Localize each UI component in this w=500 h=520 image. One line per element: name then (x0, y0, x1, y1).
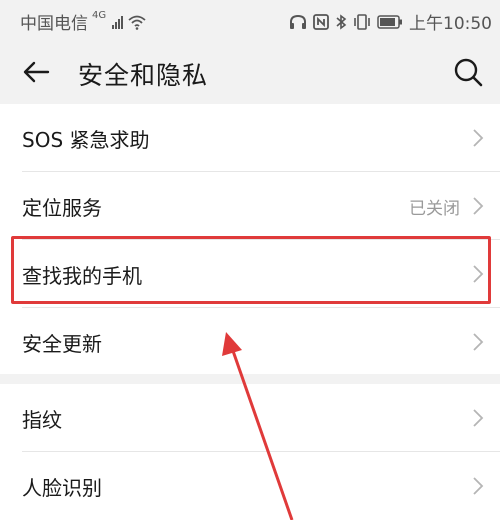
chevron-right-icon (473, 409, 484, 427)
chevron-right-icon (473, 333, 484, 351)
settings-item-location[interactable]: 定位服务 已关闭 (0, 172, 500, 240)
settings-item-label: 定位服务 (22, 196, 102, 220)
status-right: 上午10:50 (289, 9, 492, 34)
battery-icon (377, 14, 402, 29)
network-type-label: 4G (92, 10, 107, 21)
back-arrow-icon (23, 61, 50, 83)
clock-label: 上午10:50 (409, 14, 492, 34)
signal-icon (112, 15, 124, 29)
search-button[interactable] (450, 54, 486, 90)
page-title: 安全和隐私 (78, 61, 209, 90)
chevron-right-icon (473, 477, 484, 495)
settings-item-security-update[interactable]: 安全更新 (0, 308, 500, 376)
chevron-right-icon (473, 129, 484, 147)
chevron-right-icon (473, 197, 484, 215)
back-button[interactable] (18, 54, 54, 90)
settings-item-fingerprint[interactable]: 指纹 (0, 384, 500, 452)
chevron-right-icon (473, 265, 484, 283)
settings-item-label: 人脸识别 (22, 476, 102, 500)
nfc-icon (313, 13, 329, 30)
settings-item-sos[interactable]: SOS 紧急求助 (0, 104, 500, 172)
search-icon (454, 58, 483, 87)
status-bar: 中国电信 4G 上午10:50 (0, 0, 500, 40)
app-header: 安全和隐私 (0, 40, 500, 104)
status-left: 中国电信 4G (20, 9, 147, 34)
headset-icon (290, 14, 306, 29)
settings-item-find-my-phone[interactable]: 查找我的手机 (0, 240, 500, 308)
settings-item-value: 已关闭 (409, 199, 460, 219)
bluetooth-icon (336, 13, 347, 30)
vibrate-icon (354, 13, 370, 30)
wifi-icon (128, 15, 146, 30)
settings-item-label: SOS 紧急求助 (22, 128, 150, 152)
carrier-label: 中国电信 (20, 14, 88, 34)
settings-group-2: 指纹 人脸识别 (0, 384, 500, 520)
settings-item-label: 指纹 (22, 408, 62, 432)
settings-item-face-recognition[interactable]: 人脸识别 (0, 452, 500, 520)
settings-item-label: 查找我的手机 (22, 264, 142, 288)
settings-item-label: 安全更新 (22, 332, 102, 356)
settings-group-1: SOS 紧急求助 定位服务 已关闭 查找我的手机 安全更新 (0, 104, 500, 374)
